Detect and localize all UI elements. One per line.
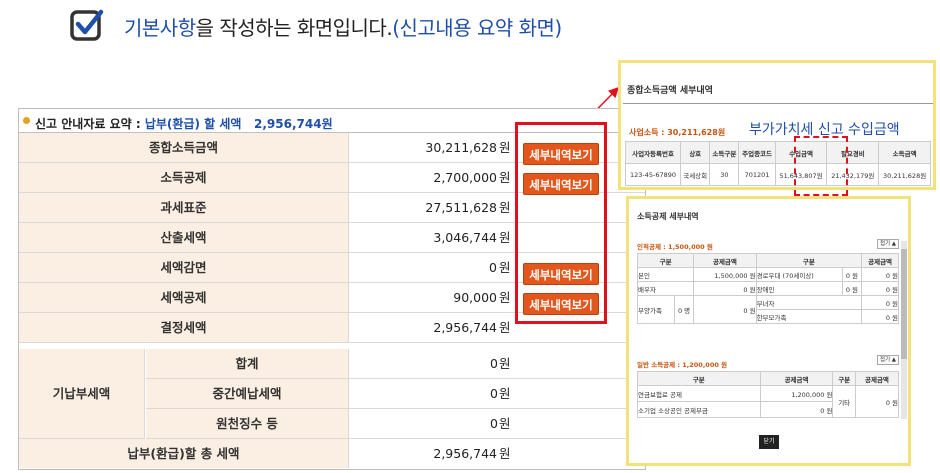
divider bbox=[623, 103, 933, 104]
row-value: 2,956,744 bbox=[433, 446, 497, 461]
row-unit: 원 bbox=[499, 356, 511, 371]
row-total-payable: 납부(환급)할 총 세액 2,956,744 원 bbox=[19, 439, 645, 469]
table-cell: 0 원 bbox=[861, 267, 899, 282]
general-deduction-table: 구분 공제금액 구분 공제금액 연금보험료 공제 1,200,000 원 기타 … bbox=[637, 371, 900, 418]
table-cell: 0 원 bbox=[861, 281, 899, 296]
table-cell: 0 원 bbox=[693, 295, 757, 324]
table-cell: 부양가족 bbox=[637, 295, 675, 324]
fold-button[interactable]: 접기 ▲ bbox=[877, 355, 899, 365]
table-header: 소득구분 bbox=[709, 141, 740, 164]
row-label: 과세표준 bbox=[19, 193, 349, 222]
row-unit: 원 bbox=[499, 260, 511, 275]
fold-button[interactable]: 접기 ▲ bbox=[877, 239, 899, 249]
table-cell: 1,500,000 원 bbox=[693, 267, 757, 282]
table-header: 주업종코드 bbox=[738, 141, 776, 164]
row-unit: 원 bbox=[499, 200, 511, 215]
table-header: 공제금액 bbox=[861, 253, 899, 268]
row-interim-tax: 중간예납세액 0 원 bbox=[146, 379, 646, 409]
table-cell: 경로우대 (70세이상) bbox=[755, 267, 843, 282]
row-prepaid-sum: 합계 0 원 bbox=[146, 349, 646, 379]
row-label: 산출세액 bbox=[19, 223, 349, 252]
row-unit: 원 bbox=[499, 230, 511, 245]
table-cell: 123-45-67890 bbox=[624, 163, 682, 186]
table-cell: 배우자 bbox=[636, 281, 695, 296]
table-header: 공제금액 bbox=[693, 253, 757, 268]
table-cell: 0 원 bbox=[841, 267, 863, 282]
row-label: 원천징수 등 bbox=[146, 409, 349, 438]
table-header: 구분 bbox=[755, 253, 863, 268]
row-unit: 원 bbox=[499, 140, 511, 155]
row-unit: 원 bbox=[499, 170, 511, 185]
table-header: 소득금액 bbox=[878, 141, 931, 164]
row-value: 3,046,744 bbox=[433, 230, 497, 245]
table-cell: 0 원 bbox=[759, 401, 834, 418]
row-value: 2,956,744 bbox=[433, 320, 497, 335]
table-cell: 연금보험료 공제 bbox=[637, 385, 761, 402]
table-header: 구분 bbox=[832, 371, 856, 386]
popup-title: 종합소득금액 세부내역 bbox=[627, 86, 713, 96]
row-label: 세액감면 bbox=[19, 253, 349, 282]
table-header: 구분 bbox=[637, 371, 761, 386]
table-cell: 0 원 bbox=[854, 385, 900, 418]
business-income-label: 사업소득 : 30,211,628원 bbox=[629, 128, 726, 137]
table-cell: 소기업 소상공인 공제부금 bbox=[637, 401, 761, 418]
table-cell: 기타 bbox=[832, 385, 856, 418]
table-header: 구분 bbox=[636, 253, 695, 268]
row-unit: 원 bbox=[499, 386, 511, 401]
deduction-detail-popup: 소득공제 세부내역 인적공제 : 1,500,000 원 접기 ▲ 구분 공제금… bbox=[626, 196, 911, 466]
table-cell: 본인 bbox=[636, 267, 695, 282]
table-cell: 701201 bbox=[738, 163, 776, 186]
close-button[interactable]: 닫기 bbox=[759, 435, 779, 449]
row-value: 90,000 bbox=[453, 290, 497, 305]
table-cell: 30 bbox=[709, 163, 740, 186]
row-unit: 원 bbox=[499, 416, 511, 431]
row-value: 0 bbox=[490, 356, 498, 371]
table-cell: 0 원 bbox=[861, 309, 899, 324]
row-label: 결정세액 bbox=[19, 313, 349, 342]
table-cell: 0 원 bbox=[861, 295, 899, 310]
row-value: 30,211,628 bbox=[425, 140, 497, 155]
general-deduction-label: 일반 소득공제 : 1,200,000 원 bbox=[637, 361, 728, 369]
table-cell: 0 명 bbox=[673, 295, 695, 324]
income-detail-popup: 종합소득금액 세부내역 사업소득 : 30,211,628원 부가가치세 신고 … bbox=[618, 60, 936, 190]
row-unit: 원 bbox=[499, 446, 511, 461]
row-unit: 원 bbox=[499, 290, 511, 305]
row-value: 0 bbox=[490, 386, 498, 401]
table-header: 공제금액 bbox=[854, 371, 900, 386]
bullet-icon bbox=[23, 117, 30, 124]
row-value: 0 bbox=[489, 260, 497, 275]
row-label: 중간예납세액 bbox=[146, 379, 349, 408]
row-withholding: 원천징수 등 0원 bbox=[146, 409, 646, 439]
row-label: 소득공제 bbox=[19, 163, 349, 192]
row-label: 납부(환급)할 총 세액 bbox=[19, 439, 349, 468]
row-label: 합계 bbox=[146, 349, 349, 378]
table-cell: 0 원 bbox=[693, 281, 757, 296]
table-cell: 부녀자 bbox=[755, 295, 863, 310]
row-value: 27,511,628 bbox=[425, 200, 497, 215]
row-value: 0 bbox=[490, 416, 498, 431]
table-cell: 한부모가족 bbox=[755, 309, 863, 324]
table-cell: 장애인 bbox=[755, 281, 843, 296]
row-label: 종합소득금액 bbox=[19, 133, 349, 162]
revenue-highlight-box bbox=[794, 136, 848, 196]
personal-deduction-table: 구분 공제금액 구분 공제금액 본인 1,500,000 원 경로우대 (70세… bbox=[636, 253, 899, 324]
table-header: 공제금액 bbox=[759, 371, 834, 386]
prepaid-tax-group-label: 기납부세액 bbox=[19, 349, 145, 439]
popup-title: 소득공제 세부내역 bbox=[637, 212, 699, 221]
highlight-box bbox=[515, 122, 607, 324]
table-cell: 국세상회 bbox=[680, 163, 711, 186]
personal-deduction-label: 인적공제 : 1,500,000 원 bbox=[637, 243, 713, 251]
table-header: 상호 bbox=[680, 141, 711, 164]
table-cell: 0 원 bbox=[841, 281, 863, 296]
row-value: 2,700,000 bbox=[433, 170, 497, 185]
table-cell: 30,211,628원 bbox=[878, 163, 931, 186]
income-detail-table: 사업자등록번호 상호 소득구분 주업종코드 수입금액 필요경비 소득금액 123… bbox=[624, 141, 931, 186]
row-unit: 원 bbox=[499, 320, 511, 335]
scrollbar-thumb[interactable] bbox=[901, 249, 907, 359]
table-cell: 1,200,000 원 bbox=[759, 385, 834, 402]
table-header: 사업자등록번호 bbox=[624, 141, 682, 164]
row-label: 세액공제 bbox=[19, 283, 349, 312]
